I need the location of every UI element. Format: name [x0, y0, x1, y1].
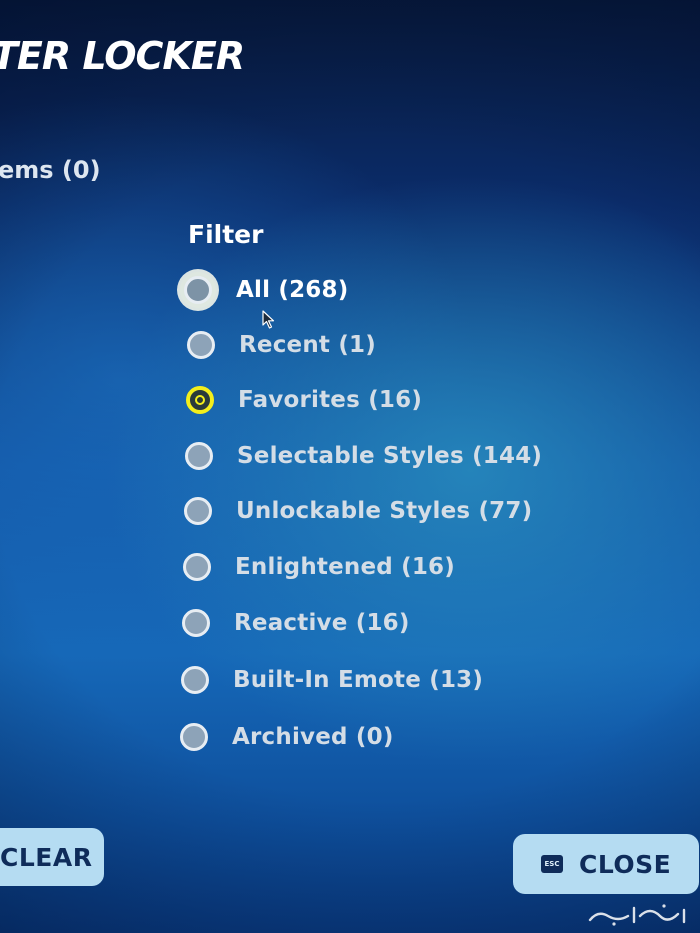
radio-icon: [181, 666, 209, 694]
filter-option-label: Recent (1): [239, 332, 376, 358]
radio-icon: [180, 723, 208, 751]
filter-option-recent[interactable]: Recent (1): [187, 331, 376, 359]
filter-options-list: All (268) Recent (1) Favorites (16) Sele…: [0, 0, 700, 933]
escape-key-icon: ESC: [541, 855, 563, 873]
filter-option-reactive[interactable]: Reactive (16): [182, 609, 410, 637]
filter-option-label: All (268): [236, 277, 349, 303]
filter-option-label: Enlightened (16): [235, 554, 455, 580]
clear-button-label: CLEAR: [0, 842, 93, 872]
filter-option-selectable-styles[interactable]: Selectable Styles (144): [185, 442, 542, 470]
filter-option-archived[interactable]: Archived (0): [180, 723, 394, 751]
radio-icon: [182, 609, 210, 637]
close-button[interactable]: ESC CLOSE: [513, 834, 699, 894]
filter-option-label: Favorites (16): [238, 387, 423, 413]
radio-icon: [185, 442, 213, 470]
radio-icon: [184, 276, 212, 304]
haraj-watermark-logo: [588, 904, 686, 926]
clear-button[interactable]: CLEAR: [0, 828, 104, 886]
filter-option-unlockable-styles[interactable]: Unlockable Styles (77): [184, 497, 532, 525]
filter-option-label: Built-In Emote (13): [233, 667, 484, 693]
filter-option-label: Archived (0): [232, 724, 394, 750]
filter-option-label: Reactive (16): [234, 610, 410, 636]
mouse-pointer-icon: [262, 310, 275, 329]
close-button-label: CLOSE: [579, 849, 672, 879]
radio-icon: [184, 497, 212, 525]
radio-icon: [183, 553, 211, 581]
filter-option-all[interactable]: All (268): [184, 276, 348, 304]
filter-option-built-in-emote[interactable]: Built-In Emote (13): [181, 666, 483, 694]
filter-option-label: Unlockable Styles (77): [236, 498, 533, 524]
locker-filter-screen: TER LOCKER ems (0) Filter All (268) Rece…: [0, 0, 700, 933]
radio-icon: [187, 331, 215, 359]
filter-option-label: Selectable Styles (144): [237, 443, 543, 469]
radio-selected-icon: [186, 386, 214, 414]
filter-option-enlightened[interactable]: Enlightened (16): [183, 553, 455, 581]
filter-option-favorites[interactable]: Favorites (16): [186, 386, 422, 414]
